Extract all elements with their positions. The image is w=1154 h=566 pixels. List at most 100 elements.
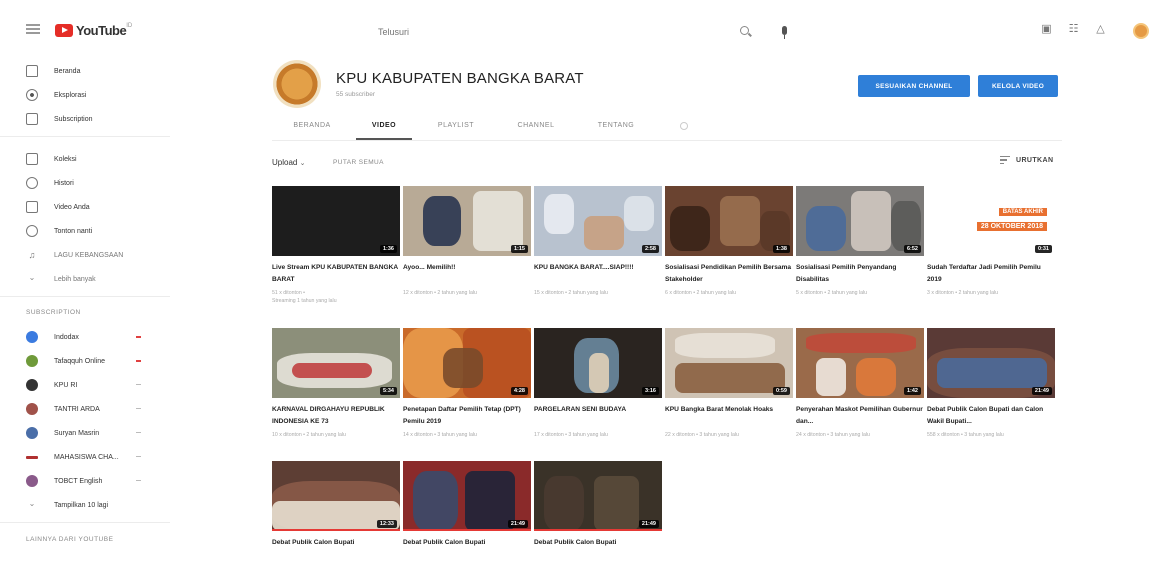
video-card[interactable]: 21:49 Debat Publik Calon Bupati <box>403 461 531 561</box>
video-title[interactable]: Debat Publik Calon Bupati <box>272 537 400 561</box>
thumbnail-banner-top: BATAS AKHIR <box>998 208 1047 216</box>
video-card[interactable]: 21:49 Debat Publik Calon Bupati <box>534 461 662 561</box>
video-card[interactable]: 1:42 Penyerahan Maskot Pemilihan Gubernur… <box>796 328 924 439</box>
video-title[interactable]: Debat Publik Calon Bupati <box>534 537 662 561</box>
sidebar-item-label: Lebih banyak <box>54 275 96 283</box>
sidebar-item-show-more[interactable]: ⌄ Lebih banyak <box>26 272 96 286</box>
video-title[interactable]: Sosialisasi Pemilih Penyandang Disabilit… <box>796 262 924 286</box>
sidebar-item-watch-later[interactable]: Tonton nanti <box>26 224 92 238</box>
search-input[interactable] <box>378 22 718 42</box>
video-metadata: 5 x ditonton • 2 tahun yang lalu <box>796 290 868 296</box>
sort-label: URUTKAN <box>1016 156 1054 164</box>
video-title[interactable]: Live Stream KPU KABUPATEN BANGKA BARAT <box>272 262 400 286</box>
tab-about[interactable]: TENTANG <box>584 118 648 140</box>
subscription-item[interactable]: Indodax <box>26 330 79 344</box>
subscription-item[interactable]: Suryan Masrin <box>26 426 99 440</box>
video-thumbnail[interactable]: 5:34 <box>272 328 400 398</box>
video-thumbnail[interactable]: BATAS AKHIR 28 OKTOBER 2018 0:31 <box>927 186 1055 256</box>
sidebar-item-explore[interactable]: Eksplorasi <box>26 88 86 102</box>
notifications-bell-icon[interactable]: △ <box>1094 24 1107 35</box>
watch-later-icon <box>26 225 38 237</box>
video-title[interactable]: KPU Bangka Barat Menolak Hoaks <box>665 404 793 428</box>
tab-channels[interactable]: CHANNEL <box>504 118 568 140</box>
sidebar-item-library[interactable]: Koleksi <box>26 152 77 166</box>
microphone-icon[interactable] <box>782 26 787 39</box>
sort-button[interactable]: URUTKAN <box>1000 156 1053 164</box>
channel-avatar <box>26 379 38 391</box>
tab-videos[interactable]: VIDEO <box>356 118 412 140</box>
thumbnail-image-detail <box>584 216 624 250</box>
new-content-indicator <box>136 336 141 338</box>
video-thumbnail[interactable]: 21:49 <box>534 461 662 531</box>
sidebar-show-more-subscriptions[interactable]: ⌄ Tampilkan 10 lagi <box>26 498 108 512</box>
tab-home[interactable]: BERANDA <box>282 118 342 140</box>
channel-avatar-large[interactable] <box>273 60 321 108</box>
video-thumbnail[interactable]: 1:38 <box>665 186 793 256</box>
video-thumbnail[interactable]: 1:36 <box>272 186 400 256</box>
channel-search-icon[interactable] <box>680 122 688 130</box>
video-title[interactable]: Sudah Terdaftar Jadi Pemilih Pemilu 2019 <box>927 262 1055 286</box>
video-title[interactable]: Debat Publik Calon Bupati <box>403 537 531 561</box>
customize-channel-button[interactable]: SESUAIKAN CHANNEL <box>858 75 970 97</box>
video-card[interactable]: 2:58 KPU BANGKA BARAT....SIAP!!!! 15 x dit… <box>534 186 662 297</box>
video-metadata: 10 x ditonton • 2 tahun yang lalu <box>272 432 346 438</box>
tab-playlists[interactable]: PLAYLIST <box>424 118 488 140</box>
video-thumbnail[interactable]: 6:52 <box>796 186 924 256</box>
menu-icon[interactable] <box>26 24 40 34</box>
sidebar-item-your-videos[interactable]: Video Anda <box>26 200 90 214</box>
video-card[interactable]: BATAS AKHIR 28 OKTOBER 2018 0:31 Sudah Terd… <box>927 186 1055 297</box>
youtube-logo[interactable]: YouTube ID <box>55 23 132 38</box>
thumbnail-image-detail <box>675 333 775 358</box>
sidebar-item-playlist[interactable]: ♫ LAGU KEBANGSAAN <box>26 248 124 262</box>
video-title[interactable]: Penyerahan Maskot Pemilihan Gubernur dan… <box>796 404 924 428</box>
video-thumbnail[interactable]: 4:28 <box>403 328 531 398</box>
video-thumbnail[interactable]: 2:58 <box>534 186 662 256</box>
subscription-label: TANTRI ARDA <box>54 405 100 413</box>
upload-filter-dropdown[interactable]: Upload ⌄ <box>272 158 305 167</box>
manage-videos-button[interactable]: KELOLA VIDEO <box>978 75 1058 97</box>
video-card[interactable]: 6:52 Sosialisasi Pemilih Penyandang Disab… <box>796 186 924 297</box>
subscription-item[interactable]: KPU RI <box>26 378 77 392</box>
video-thumbnail[interactable]: 3:16 <box>534 328 662 398</box>
video-card[interactable]: 1:36 Live Stream KPU KABUPATEN BANGKA BAR… <box>272 186 400 305</box>
video-thumbnail[interactable]: 12:33 <box>272 461 400 531</box>
thumbnail-image-detail <box>589 353 609 393</box>
video-title[interactable]: KARNAVAL DIRGAHAYU REPUBLIK INDONESIA KE… <box>272 404 400 428</box>
video-title[interactable]: Ayoo... Memilih!! <box>403 262 531 286</box>
video-title[interactable]: KPU BANGKA BARAT....SIAP!!!! <box>534 262 662 286</box>
video-duration: 6:52 <box>903 245 921 253</box>
thumbnail-image-detail <box>473 191 523 251</box>
video-card[interactable]: 1:38 Sosialisasi Pendidikan Pemilih Bersa… <box>665 186 793 297</box>
video-card[interactable]: 4:28 Penetapan Daftar Pemilih Tetap (DPT)… <box>403 328 531 439</box>
apps-icon[interactable]: ☷ <box>1067 24 1080 35</box>
video-thumbnail[interactable]: 1:15 <box>403 186 531 256</box>
play-all-button[interactable]: PUTAR SEMUA <box>333 159 384 166</box>
compass-icon <box>26 89 38 101</box>
video-thumbnail[interactable]: 21:49 <box>927 328 1055 398</box>
video-title[interactable]: Penetapan Daftar Pemilih Tetap (DPT) Pem… <box>403 404 531 428</box>
video-title[interactable]: Sosialisasi Pendidikan Pemilih Bersama S… <box>665 262 793 286</box>
thumbnail-image-detail <box>443 348 483 388</box>
video-card[interactable]: 12:33 Debat Publik Calon Bupati <box>272 461 400 561</box>
subscription-item[interactable]: TANTRI ARDA <box>26 402 100 416</box>
subscription-item[interactable]: MAHASISWA CHA... <box>26 450 119 464</box>
subscription-item[interactable]: Tafaqquh Online <box>26 354 105 368</box>
search-icon[interactable] <box>740 26 749 35</box>
subscription-item[interactable]: TOBCT English <box>26 474 102 488</box>
video-title[interactable]: Debat Publik Calon Bupati dan Calon Waki… <box>927 404 1055 428</box>
video-thumbnail[interactable]: 1:42 <box>796 328 924 398</box>
sidebar-item-history[interactable]: Histori <box>26 176 74 190</box>
video-card[interactable]: 0:59 KPU Bangka Barat Menolak Hoaks 22 x d… <box>665 328 793 439</box>
video-card[interactable]: 5:34 KARNAVAL DIRGAHAYU REPUBLIK INDONESI… <box>272 328 400 439</box>
create-video-icon[interactable]: ▣ <box>1040 24 1053 35</box>
video-thumbnail[interactable]: 21:49 <box>403 461 531 531</box>
chevron-down-icon: ⌄ <box>28 273 36 282</box>
video-thumbnail[interactable]: 0:59 <box>665 328 793 398</box>
video-card[interactable]: 21:49 Debat Publik Calon Bupati dan Calon… <box>927 328 1055 439</box>
sidebar-item-home[interactable]: Beranda <box>26 64 80 78</box>
video-card[interactable]: 3:16 PARGELARAN SENI BUDAYA 17 x ditonton … <box>534 328 662 439</box>
account-avatar[interactable] <box>1133 23 1149 39</box>
sidebar-item-subscriptions[interactable]: Subscription <box>26 112 93 126</box>
video-title[interactable]: PARGELARAN SENI BUDAYA <box>534 404 662 428</box>
video-card[interactable]: 1:15 Ayoo... Memilih!! 12 x ditonton • 2 t… <box>403 186 531 297</box>
